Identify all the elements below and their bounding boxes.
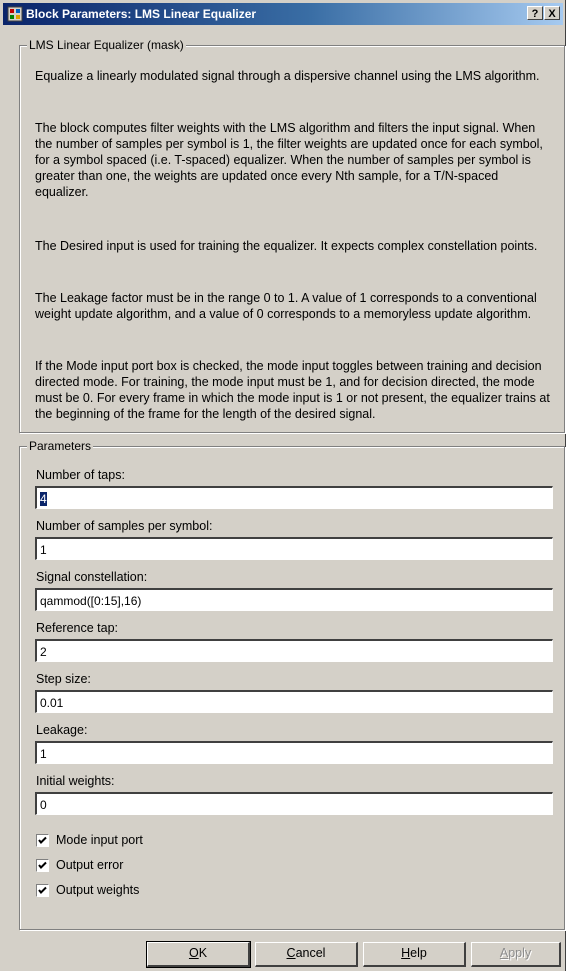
number-of-taps-input[interactable]: 4 (35, 486, 553, 509)
reference-tap-label: Reference tap: (36, 621, 118, 635)
signal-constellation-input[interactable]: qammod([0:15],16) (35, 588, 553, 611)
help-button[interactable]: Help (363, 942, 466, 967)
description-paragraph: The Leakage factor must be in the range … (35, 291, 537, 321)
title-bar[interactable]: Block Parameters: LMS Linear Equalizer ?… (3, 3, 563, 25)
leakage-input[interactable]: 1 (35, 741, 553, 764)
samples-per-symbol-label: Number of samples per symbol: (36, 519, 213, 533)
help-accel: H (401, 946, 411, 960)
checkmark-icon (36, 859, 49, 872)
initial-weights-input[interactable]: 0 (35, 792, 553, 815)
apply-accel: A (499, 946, 509, 960)
ok-rest: K (198, 946, 208, 960)
checkmark-icon (36, 834, 49, 847)
ok-button[interactable]: OK (146, 941, 251, 968)
checkmark-icon (36, 884, 49, 897)
samples-per-symbol-input[interactable]: 1 (35, 537, 553, 560)
number-of-taps-value: 4 (40, 492, 47, 506)
cancel-button[interactable]: Cancel (255, 942, 358, 967)
ok-accel: O (188, 946, 199, 960)
reference-tap-input[interactable]: 2 (35, 639, 553, 662)
apply-rest: pply (508, 946, 532, 960)
window-title: Block Parameters: LMS Linear Equalizer (26, 7, 257, 21)
apply-button[interactable]: Apply (471, 942, 561, 967)
description-paragraph: The block computes filter weights with t… (35, 121, 543, 199)
help-rest: elp (410, 946, 427, 960)
cancel-accel: C (286, 946, 296, 960)
signal-constellation-label: Signal constellation: (36, 570, 148, 584)
mask-group-title: LMS Linear Equalizer (mask) (27, 38, 186, 52)
simulink-block-icon (7, 6, 23, 22)
mode-input-port-label: Mode input port (56, 833, 143, 847)
title-close-button[interactable]: X (544, 6, 560, 20)
dialog-window: Block Parameters: LMS Linear Equalizer ?… (0, 0, 566, 971)
description-paragraph: The Desired input is used for training t… (35, 239, 538, 253)
output-error-label: Output error (56, 858, 124, 872)
step-size-input[interactable]: 0.01 (35, 690, 553, 713)
parameters-group-title: Parameters (27, 439, 94, 453)
title-help-button[interactable]: ? (527, 6, 543, 20)
description-paragraph: If the Mode input port box is checked, t… (35, 359, 550, 421)
number-of-taps-label: Number of taps: (36, 468, 125, 482)
output-weights-label: Output weights (56, 883, 140, 897)
cancel-rest: ancel (295, 946, 326, 960)
step-size-label: Step size: (36, 672, 91, 686)
leakage-label: Leakage: (36, 723, 88, 737)
description-paragraph: Equalize a linearly modulated signal thr… (35, 69, 540, 83)
initial-weights-label: Initial weights: (36, 774, 115, 788)
